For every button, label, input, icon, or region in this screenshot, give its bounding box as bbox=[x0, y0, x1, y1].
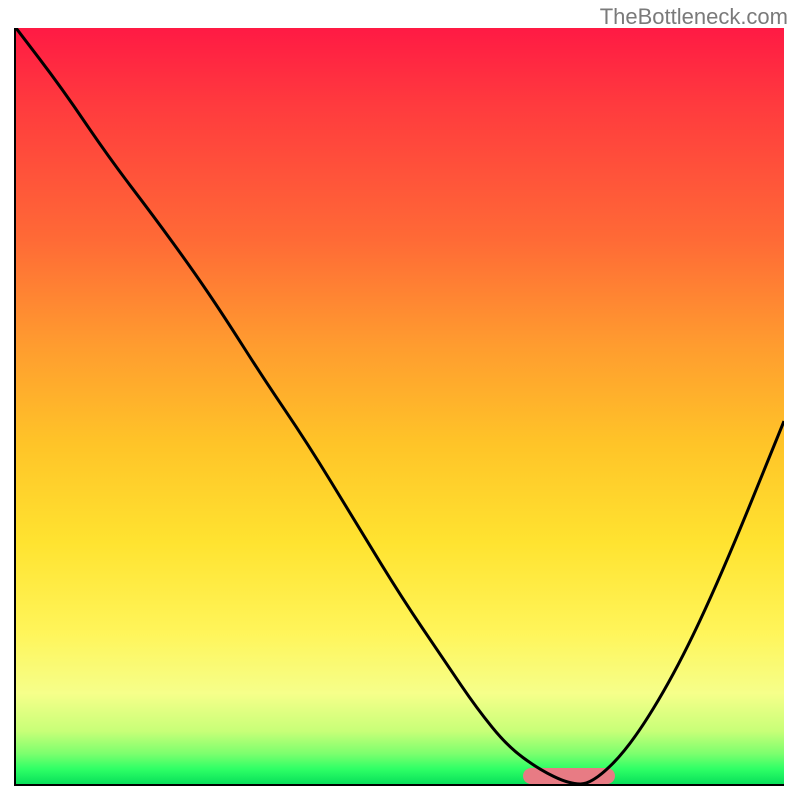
x-axis-line bbox=[14, 784, 784, 786]
plot-area bbox=[16, 28, 784, 784]
bottleneck-curve bbox=[16, 28, 784, 784]
chart-container: TheBottleneck.com bbox=[0, 0, 800, 800]
watermark-text: TheBottleneck.com bbox=[600, 4, 788, 30]
curve-path bbox=[16, 28, 784, 784]
